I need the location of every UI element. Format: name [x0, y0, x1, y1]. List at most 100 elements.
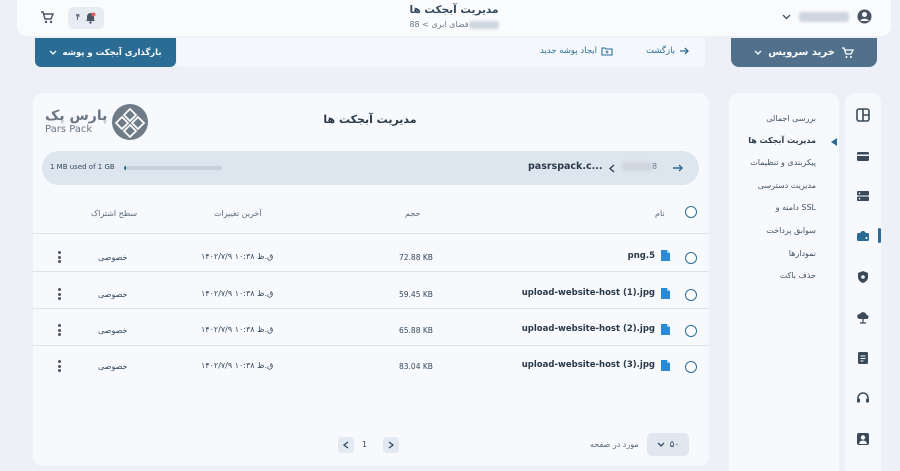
action-bar: [177, 37, 705, 67]
logo-text-fa: پارس پک: [45, 108, 108, 124]
column-header-access[interactable]: سطح اشتراک: [91, 209, 137, 218]
chevron-down-icon: [657, 442, 665, 447]
back-button[interactable]: بازگشت: [646, 46, 689, 56]
row-more-icon[interactable]: [58, 360, 61, 374]
path-id-suffix: 8: [652, 162, 658, 171]
rail-active-indicator: [878, 228, 881, 243]
bucket-menu: بررسی اجمالی مدیریت آبجکت ها پیکربندی و …: [729, 93, 839, 471]
file-access: خصوصی: [98, 362, 128, 371]
file-access: خصوصی: [98, 290, 128, 299]
dashboard-icon[interactable]: [856, 108, 870, 122]
column-header-name[interactable]: نام: [655, 209, 665, 218]
table-row[interactable]: upload-website-host (3).jpg 83.04 KB ۱۴۰…: [33, 346, 709, 379]
file-modified: ۱۴۰۲/۷/۹ ۱۰:۳۸ ق.ظ: [201, 289, 274, 298]
row-more-icon[interactable]: [58, 288, 61, 302]
menu-item-domain-ssl[interactable]: دامنه و SSL: [776, 203, 816, 212]
menu-item-delete-bucket[interactable]: حذف باکت: [780, 271, 816, 280]
file-access: خصوصی: [98, 253, 128, 262]
back-label: بازگشت: [646, 46, 676, 56]
per-page-select[interactable]: ۵۰: [647, 433, 689, 456]
file-modified: ۱۴۰۲/۷/۹ ۱۰:۳۸ ق.ظ: [201, 252, 274, 261]
new-folder-button[interactable]: ایجاد پوشه جدید: [540, 46, 613, 56]
file-icon: [661, 288, 670, 299]
logo-mark-icon: [112, 104, 149, 140]
buy-label: خرید سرویس: [768, 47, 835, 58]
file-name[interactable]: upload-website-host (1).jpg: [522, 288, 655, 298]
storage-usage-text: 1 MB used of 1 GB: [50, 163, 115, 171]
next-page-button[interactable]: [383, 437, 399, 453]
new-folder-label: ایجاد پوشه جدید: [540, 46, 597, 56]
cloud-network-icon[interactable]: [856, 311, 870, 325]
file-icon: [661, 324, 670, 335]
column-header-size[interactable]: حجم: [405, 209, 420, 218]
file-modified: ۱۴۰۲/۷/۹ ۱۰:۳۸ ق.ظ: [201, 361, 274, 370]
row-checkbox[interactable]: [685, 252, 697, 264]
user-name: [799, 11, 849, 22]
row-more-icon[interactable]: [58, 251, 61, 265]
buy-service-button[interactable]: خرید سرویس: [731, 38, 877, 67]
file-size: 59.45 KB: [399, 290, 433, 299]
prev-page-button[interactable]: [338, 437, 354, 453]
table-row[interactable]: upload-website-host (1).jpg 59.45 KB ۱۴۰…: [33, 272, 709, 308]
file-size: 65.88 KB: [399, 326, 433, 335]
upload-label: بارگذاری آبجکت و پوشه: [62, 47, 162, 58]
user-avatar-icon: [857, 9, 872, 24]
file-name[interactable]: upload-website-host (3).jpg: [522, 360, 655, 370]
menu-item-access-management[interactable]: مدیریت دسترسی: [758, 181, 816, 190]
storage-usage-fill: [124, 166, 126, 170]
folder-plus-icon: [601, 46, 613, 56]
column-header-modified[interactable]: آخرین تغییرات: [214, 209, 262, 218]
menu-item-configuration[interactable]: پیکربندی و تنظیمات: [750, 158, 816, 167]
chevron-down-icon: [754, 50, 762, 55]
row-checkbox[interactable]: [685, 325, 697, 337]
chevron-left-icon: [609, 164, 615, 173]
user-menu[interactable]: [782, 9, 872, 24]
row-checkbox[interactable]: [685, 361, 697, 373]
menu-item-object-management[interactable]: مدیریت آبجکت ها: [748, 136, 816, 145]
file-name[interactable]: png.5: [628, 251, 655, 261]
menu-item-overview[interactable]: بررسی اجمالی: [766, 114, 816, 123]
table-row[interactable]: upload-website-host (2).jpg 65.88 KB ۱۴۰…: [33, 309, 709, 345]
current-page[interactable]: 1: [362, 440, 367, 449]
page-title: مدیریت آبجکت ها: [409, 4, 499, 16]
file-name[interactable]: upload-website-host (2).jpg: [522, 324, 655, 334]
file-access: خصوصی: [98, 326, 128, 335]
menu-item-charts[interactable]: نمودارها: [789, 249, 816, 258]
file-modified: ۱۴۰۲/۷/۹ ۱۰:۳۸ ق.ظ: [201, 325, 274, 334]
credit-card-icon[interactable]: [856, 149, 870, 163]
active-caret-icon: [831, 138, 837, 146]
upload-objects-button[interactable]: بارگذاری آبجکت و پوشه: [35, 38, 176, 67]
top-header: مدیریت آبجکت ها فضای ابری > 88 ۴: [17, 0, 891, 36]
redacted-id: [622, 162, 652, 171]
bucket-id-suffix: 88: [409, 20, 420, 29]
storage-usage-bar: [124, 166, 222, 170]
chevron-down-icon: [49, 50, 57, 55]
per-page-value: ۵۰: [669, 439, 680, 450]
row-more-icon[interactable]: [58, 324, 61, 338]
path-bucket-id[interactable]: 8: [622, 162, 657, 171]
cloud-storage-icon[interactable]: [856, 229, 870, 243]
breadcrumb: فضای ابری > 88: [17, 20, 891, 29]
cart-plus-icon: [841, 46, 854, 59]
breadcrumb-separator: >: [422, 20, 429, 29]
table-row[interactable]: png.5 72.88 KB ۱۴۰۲/۷/۹ ۱۰:۳۸ ق.ظ خصوصی: [33, 234, 709, 271]
menu-item-payment-history[interactable]: سوابق پرداخت: [766, 226, 816, 235]
per-page-label: مورد در صفحه: [590, 440, 639, 449]
cart-icon[interactable]: [40, 11, 54, 24]
path-bucket-name[interactable]: pasrspack.c...: [528, 161, 602, 172]
parspack-logo: پارس پک Pars Pack: [45, 103, 149, 141]
path-forward-arrow-icon[interactable]: [672, 164, 683, 172]
breadcrumb-root[interactable]: فضای ابری: [431, 20, 468, 29]
server-icon[interactable]: [856, 189, 870, 203]
notification-count: ۴: [75, 13, 81, 23]
headset-icon[interactable]: [856, 391, 870, 405]
bell-icon: [85, 12, 96, 24]
file-size: 72.88 KB: [399, 253, 433, 262]
shield-icon[interactable]: [856, 270, 870, 284]
notifications-button[interactable]: ۴: [68, 7, 104, 29]
document-icon[interactable]: [856, 351, 870, 365]
row-checkbox[interactable]: [685, 289, 697, 301]
objects-table-body: png.5 72.88 KB ۱۴۰۲/۷/۹ ۱۰:۳۸ ق.ظ خصوصی …: [33, 234, 709, 379]
user-profile-icon[interactable]: [856, 432, 870, 446]
select-all-checkbox[interactable]: [685, 206, 697, 218]
